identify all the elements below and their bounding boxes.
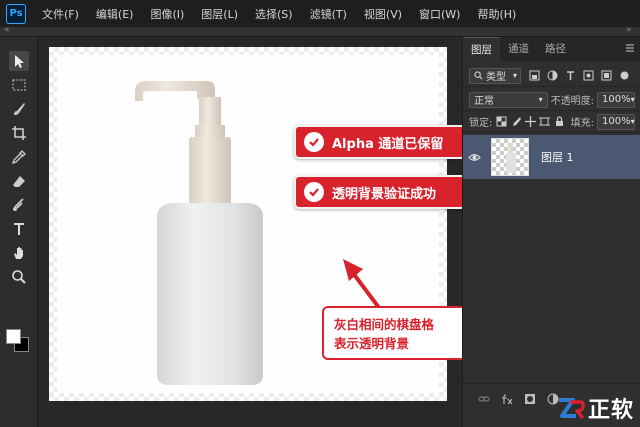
foreground-color-swatch[interactable] (6, 329, 21, 344)
opacity-value: 100% (602, 94, 631, 105)
menu-file[interactable]: 文件(F) (42, 6, 79, 22)
tab-layers[interactable]: 图层 (463, 37, 500, 62)
collapse-left-icon[interactable]: « (4, 25, 10, 35)
options-bar: « » (0, 25, 640, 37)
filter-smart-object-icon[interactable] (599, 69, 613, 83)
layer-name[interactable]: 图层 1 (541, 149, 574, 165)
menu-layer[interactable]: 图层(L) (201, 6, 238, 22)
fill-label: 填充: (570, 118, 595, 129)
text-icon[interactable] (9, 219, 29, 239)
photoshop-logo: Ps (6, 3, 26, 24)
watermark: 正软 (556, 393, 638, 423)
hand-icon[interactable] (9, 243, 29, 263)
filter-toggle-icon[interactable] (617, 69, 631, 83)
crop-icon[interactable] (9, 123, 29, 143)
marquee-icon[interactable] (9, 75, 29, 95)
checkmark-icon (304, 132, 324, 152)
filter-shape-icon[interactable] (581, 69, 595, 83)
blend-mode-dropdown[interactable]: 正常 ▾ (469, 91, 548, 108)
callout-transparency-verified: 透明背景验证成功 (294, 175, 466, 209)
tools-panel (0, 37, 38, 427)
menu-edit[interactable]: 编辑(E) (96, 6, 134, 22)
menu-image[interactable]: 图像(I) (150, 6, 184, 22)
tab-channels[interactable]: 通道 (500, 37, 537, 62)
layers-panel: 图层 通道 路径 类型 ▾ 正常 ▾ 不透明度: 100% ▾ 锁定: 填充: … (462, 37, 640, 427)
opacity-field[interactable]: 100% ▾ (597, 91, 635, 108)
lock-artboard-icon[interactable] (539, 115, 551, 129)
fill-value: 100% (602, 116, 631, 127)
panel-menu-icon[interactable] (625, 43, 635, 53)
menu-help[interactable]: 帮助(H) (477, 6, 516, 22)
layer-thumbnail (491, 138, 529, 176)
search-icon (474, 71, 483, 80)
canvas-area: Alpha 通道已保留 透明背景验证成功 灰白相间的棋盘格 表示透明背景 (39, 37, 472, 427)
eye-icon[interactable] (463, 151, 485, 164)
panel-tabs: 图层 通道 路径 (463, 37, 640, 62)
checkmark-icon (304, 182, 324, 202)
checkerboard-note: 灰白相间的棋盘格 表示透明背景 (322, 306, 472, 360)
blend-mode-value: 正常 (474, 96, 494, 107)
watermark-text: 正软 (588, 397, 635, 423)
bottle-thumbnail-image (506, 143, 516, 173)
callout-text: 透明背景验证成功 (332, 186, 437, 202)
brush-icon[interactable] (9, 99, 29, 119)
move-icon[interactable] (9, 51, 29, 71)
callout-text: Alpha 通道已保留 (332, 136, 444, 152)
note-line-2: 表示透明背景 (334, 336, 410, 351)
eyedropper-icon[interactable] (9, 147, 29, 167)
filter-text-icon[interactable] (563, 69, 577, 83)
blend-opacity-row: 正常 ▾ 不透明度: 100% ▾ (463, 89, 640, 111)
tab-paths[interactable]: 路径 (537, 37, 574, 62)
menu-view[interactable]: 视图(V) (364, 6, 402, 22)
mask-icon[interactable] (523, 392, 537, 406)
bottle-image (135, 81, 263, 385)
link-icon[interactable] (477, 392, 491, 406)
menu-window[interactable]: 窗口(W) (419, 6, 460, 22)
eraser-icon[interactable] (9, 171, 29, 191)
lock-fill-row: 锁定: 填充: 100% ▾ (463, 111, 640, 133)
lock-transparent-icon[interactable] (495, 115, 507, 129)
menu-select[interactable]: 选择(S) (255, 6, 293, 22)
menu-bar: Ps 文件(F) 编辑(E) 图像(I) 图层(L) 选择(S) 滤镜(T) 视… (0, 0, 640, 27)
filter-pixel-icon[interactable] (527, 69, 541, 83)
opacity-label: 不透明度: (550, 96, 594, 107)
lock-image-icon[interactable] (510, 115, 522, 129)
healing-icon[interactable] (9, 195, 29, 215)
layer-row[interactable]: 图层 1 (463, 135, 640, 179)
lock-all-icon[interactable] (553, 115, 565, 129)
fill-field[interactable]: 100% ▾ (597, 113, 636, 130)
callout-alpha-preserved: Alpha 通道已保留 (294, 125, 466, 159)
watermark-logo-icon (559, 398, 585, 420)
lock-label: 锁定: (469, 118, 493, 129)
lock-position-icon[interactable] (524, 115, 536, 129)
note-line-1: 灰白相间的棋盘格 (334, 317, 435, 332)
collapse-right-icon[interactable]: » (626, 25, 632, 35)
layer-filter-row: 类型 ▾ (463, 65, 640, 87)
menu-filter[interactable]: 滤镜(T) (310, 6, 347, 22)
filter-label: 类型 (486, 72, 506, 83)
zoom-icon[interactable] (9, 267, 29, 287)
layer-filter-dropdown[interactable]: 类型 ▾ (469, 67, 521, 84)
filter-adjustment-icon[interactable] (545, 69, 559, 83)
fx-icon[interactable] (500, 392, 514, 406)
